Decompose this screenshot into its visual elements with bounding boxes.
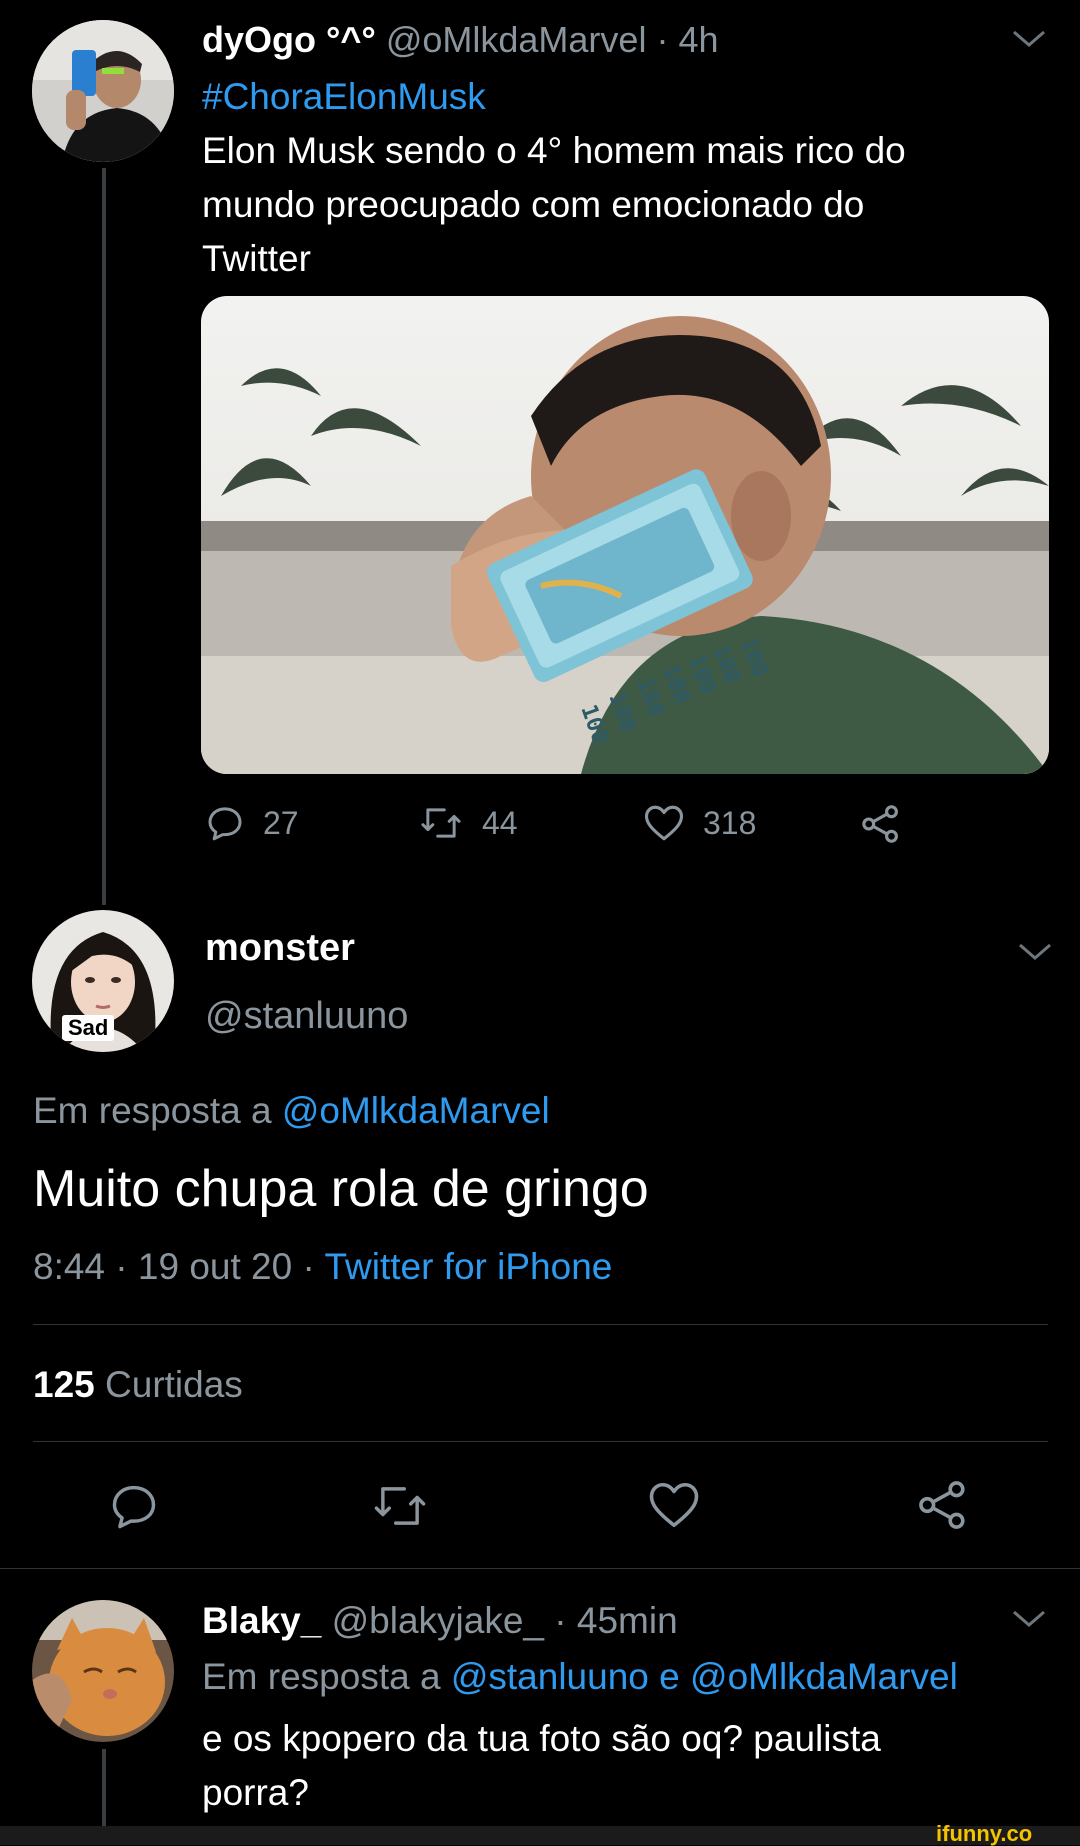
like-button[interactable]: 318 — [643, 803, 756, 843]
avatar-blaky[interactable] — [32, 1600, 174, 1742]
share-button[interactable] — [916, 1478, 970, 1532]
reply-button[interactable]: 27 — [205, 803, 299, 843]
reply-context: Em resposta a @stanluuno e @oMlkdaMarvel — [202, 1654, 958, 1700]
tweet-body: e os kpopero da tua foto são oq? paulist… — [202, 1712, 1062, 1820]
reply-context: Em resposta a @oMlkdaMarvel — [33, 1088, 550, 1134]
user-handle[interactable]: @stanluuno — [205, 993, 408, 1039]
tweet-text-line: mundo preocupado com emocionado do — [202, 184, 865, 225]
tweet-time: · 4h — [656, 19, 719, 60]
watermark-bar — [0, 1826, 1080, 1845]
share-icon — [919, 1481, 965, 1529]
reply-button[interactable] — [108, 1480, 160, 1532]
user-handle[interactable]: @blakyjake_ — [332, 1600, 544, 1641]
display-name[interactable]: Blaky_ — [202, 1600, 321, 1641]
tweet-text-line: Elon Musk sendo o 4° homem mais rico do — [202, 130, 906, 171]
tweet-time: · 45min — [554, 1600, 678, 1641]
thread-line — [102, 168, 106, 905]
avatar-monster[interactable]: Sad — [32, 910, 174, 1052]
user-handle[interactable]: @oMlkdaMarvel — [386, 19, 647, 60]
retweet-icon — [421, 808, 461, 838]
share-button[interactable] — [860, 803, 902, 845]
retweet-icon — [374, 1487, 426, 1525]
retweet-button[interactable]: 44 — [418, 803, 518, 843]
retweet-count: 44 — [482, 804, 518, 841]
chevron-down-icon[interactable] — [1010, 28, 1048, 50]
tweet-text-line: porra? — [202, 1772, 309, 1813]
divider — [33, 1324, 1048, 1325]
tweet-text-line: Twitter — [202, 238, 311, 279]
chevron-down-icon[interactable] — [1016, 941, 1054, 963]
avatar-badge: Sad — [62, 1015, 115, 1041]
reply-icon — [208, 807, 242, 841]
like-button[interactable] — [647, 1480, 701, 1530]
tweet-header: dyOgo °^° @oMlkdaMarvel · 4h — [202, 18, 719, 62]
tweet-text-line: e os kpopero da tua foto são oq? paulist… — [202, 1718, 881, 1759]
display-name[interactable]: monster — [205, 925, 355, 971]
like-icon — [649, 1482, 699, 1528]
tweet-photo[interactable]: 100 100 100 100 100 100 100 — [201, 296, 1049, 774]
tweet-body: #ChoraElonMusk Elon Musk sendo o 4° home… — [202, 70, 1062, 286]
client-link[interactable]: Twitter for iPhone — [324, 1246, 612, 1287]
likes-summary[interactable]: 125 Curtidas — [33, 1362, 243, 1408]
reply-icon — [112, 1485, 156, 1529]
tweet-text: Muito chupa rola de gringo — [33, 1160, 649, 1218]
hashtag-link[interactable]: #ChoraElonMusk — [202, 70, 1062, 124]
like-count: 318 — [703, 804, 757, 841]
avatar-dyogo[interactable] — [32, 20, 174, 162]
tweet-timestamp: 8:44 · 19 out 20 · — [33, 1246, 315, 1287]
chevron-down-icon[interactable] — [1010, 1608, 1048, 1630]
tweet-header: Blaky_ @blakyjake_ · 45min — [202, 1598, 678, 1644]
divider — [0, 1568, 1080, 1569]
reply-prefix: Em resposta a — [202, 1656, 441, 1697]
reply-prefix: Em resposta a — [33, 1090, 272, 1131]
watermark-logo: ifunny.co — [936, 1821, 1033, 1846]
likes-count: 125 — [33, 1364, 95, 1405]
tweet-meta: 8:44 · 19 out 20 · Twitter for iPhone — [33, 1244, 612, 1290]
like-icon — [644, 805, 684, 841]
reply-count: 27 — [263, 804, 299, 841]
share-icon — [862, 805, 898, 843]
reply-to-link[interactable]: @stanluuno e @oMlkdaMarvel — [451, 1656, 958, 1697]
likes-label: Curtidas — [105, 1364, 243, 1405]
retweet-button[interactable] — [370, 1480, 430, 1532]
display-name[interactable]: dyOgo °^° — [202, 19, 376, 60]
divider — [33, 1441, 1048, 1442]
reply-to-link[interactable]: @oMlkdaMarvel — [282, 1090, 550, 1131]
